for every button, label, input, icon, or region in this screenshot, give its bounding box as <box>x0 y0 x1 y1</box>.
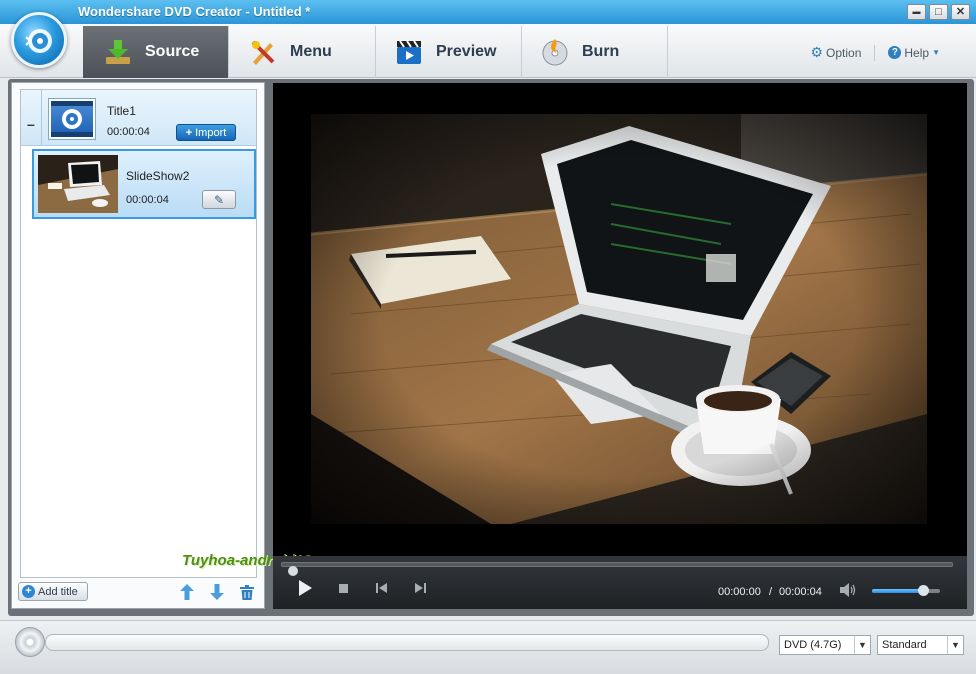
stop-icon <box>338 583 348 593</box>
current-time: 00:00:00 <box>718 586 761 598</box>
app-window: Wondershare DVD Creator - Untitled * ▬ □… <box>0 0 976 674</box>
time-separator: / <box>769 586 773 598</box>
title-row[interactable]: – Title1 00:00:04 + Import <box>21 90 256 146</box>
title-bar[interactable]: Wondershare DVD Creator - Untitled * ▬ □… <box>0 0 976 24</box>
edit-button[interactable]: ✎ <box>202 190 236 209</box>
tab-preview-label: Preview <box>436 43 497 60</box>
tab-menu[interactable]: Menu <box>230 26 376 78</box>
seek-handle[interactable] <box>288 566 298 576</box>
collapse-icon[interactable]: – <box>27 116 35 132</box>
chevron-down-icon: ▼ <box>947 636 963 654</box>
add-title-button[interactable]: + Add title <box>18 582 88 601</box>
close-icon: ✕ <box>955 5 966 18</box>
dvd-logo-icon <box>25 29 52 53</box>
arrow-down-icon <box>210 584 224 600</box>
slideshow-name: SlideShow2 <box>126 169 190 183</box>
volume-handle[interactable] <box>918 585 929 596</box>
disc-type-select[interactable]: DVD (4.7G) ▼ <box>779 635 871 655</box>
close-button[interactable]: ✕ <box>951 4 970 20</box>
help-label: Help <box>904 45 930 60</box>
preview-image <box>311 114 927 524</box>
delete-button[interactable] <box>239 584 255 600</box>
list-item[interactable]: SlideShow2 00:00:04 ✎ <box>32 149 256 219</box>
pencil-icon: ✎ <box>213 192 225 207</box>
skip-back-icon <box>375 583 387 593</box>
source-panel: – Title1 00:00:04 + Import SlideShow2 00… <box>11 82 265 609</box>
disc-type-value: DVD (4.7G) <box>784 639 842 651</box>
chevron-down-icon: ▼ <box>932 48 940 57</box>
status-bar: DVD (4.7G) ▼ Standard ▼ <box>0 620 976 674</box>
minimize-button[interactable]: ▬ <box>907 4 926 20</box>
option-label: Option <box>826 45 862 60</box>
tab-burn[interactable]: Burn <box>522 26 668 78</box>
minimize-icon: ▬ <box>912 7 921 16</box>
disc-burn-icon <box>540 37 570 67</box>
plus-icon: + <box>185 126 193 139</box>
slideshow-duration: 00:00:04 <box>126 194 169 206</box>
help-icon: ? <box>888 46 902 59</box>
menu-separator <box>874 44 876 61</box>
title-name: Title1 <box>107 104 136 118</box>
player-controls: 00:00:00 / 00:00:04 <box>273 556 967 609</box>
top-right-menu: ⚙ Option ? Help ▼ <box>810 44 940 61</box>
volume-slider[interactable] <box>872 585 940 596</box>
window-controls: ▬ □ ✕ <box>907 4 970 20</box>
import-label: Import <box>195 126 227 139</box>
window-title: Wondershare DVD Creator - Untitled * <box>78 4 311 19</box>
play-icon <box>299 580 312 596</box>
main-toolbar: Source Menu Preview Burn ⚙ Option ? Help… <box>0 24 976 78</box>
maximize-icon: □ <box>935 5 942 18</box>
list-toolbar: + Add title <box>12 578 264 608</box>
play-button[interactable] <box>295 578 315 598</box>
film-reel-icon <box>51 101 93 137</box>
next-button[interactable] <box>410 578 430 598</box>
stop-button[interactable] <box>333 578 353 598</box>
speaker-icon <box>840 583 856 597</box>
menu-design-icon <box>248 37 278 67</box>
trash-icon <box>240 584 254 600</box>
tab-source-label: Source <box>145 43 200 60</box>
tab-source[interactable]: Source <box>83 26 229 78</box>
add-circle-icon: + <box>22 585 35 598</box>
add-title-label: Add title <box>38 585 78 598</box>
slideshow-thumbnail <box>38 155 118 213</box>
skip-forward-icon <box>414 583 426 593</box>
title-duration: 00:00:04 <box>107 126 150 138</box>
maximize-button[interactable]: □ <box>929 4 948 20</box>
disc-icon <box>15 627 45 657</box>
tab-preview[interactable]: Preview <box>376 26 522 78</box>
app-logo[interactable] <box>11 12 67 68</box>
tab-menu-label: Menu <box>290 43 332 60</box>
title-thumbnail <box>48 98 96 140</box>
volume-level <box>872 589 923 593</box>
row-divider <box>41 90 42 146</box>
arrow-up-icon <box>180 584 194 600</box>
seek-bar[interactable] <box>281 562 953 576</box>
tab-burn-label: Burn <box>582 43 620 60</box>
title-list[interactable]: – Title1 00:00:04 + Import SlideShow2 00… <box>20 89 257 578</box>
import-button[interactable]: + Import <box>176 124 236 141</box>
volume-button[interactable] <box>838 580 858 600</box>
move-up-button[interactable] <box>179 584 195 600</box>
quality-value: Standard <box>882 639 927 651</box>
move-down-button[interactable] <box>209 584 225 600</box>
clapperboard-icon <box>394 37 424 67</box>
help-button[interactable]: ? Help ▼ <box>888 46 940 60</box>
quality-select[interactable]: Standard ▼ <box>877 635 964 655</box>
disc-capacity-bar <box>45 634 769 651</box>
total-time: 00:00:04 <box>779 586 822 598</box>
previous-button[interactable] <box>371 578 391 598</box>
download-icon <box>103 37 133 67</box>
option-button[interactable]: ⚙ Option <box>810 44 861 61</box>
gear-icon: ⚙ <box>810 44 824 60</box>
chevron-down-icon: ▼ <box>854 636 870 654</box>
